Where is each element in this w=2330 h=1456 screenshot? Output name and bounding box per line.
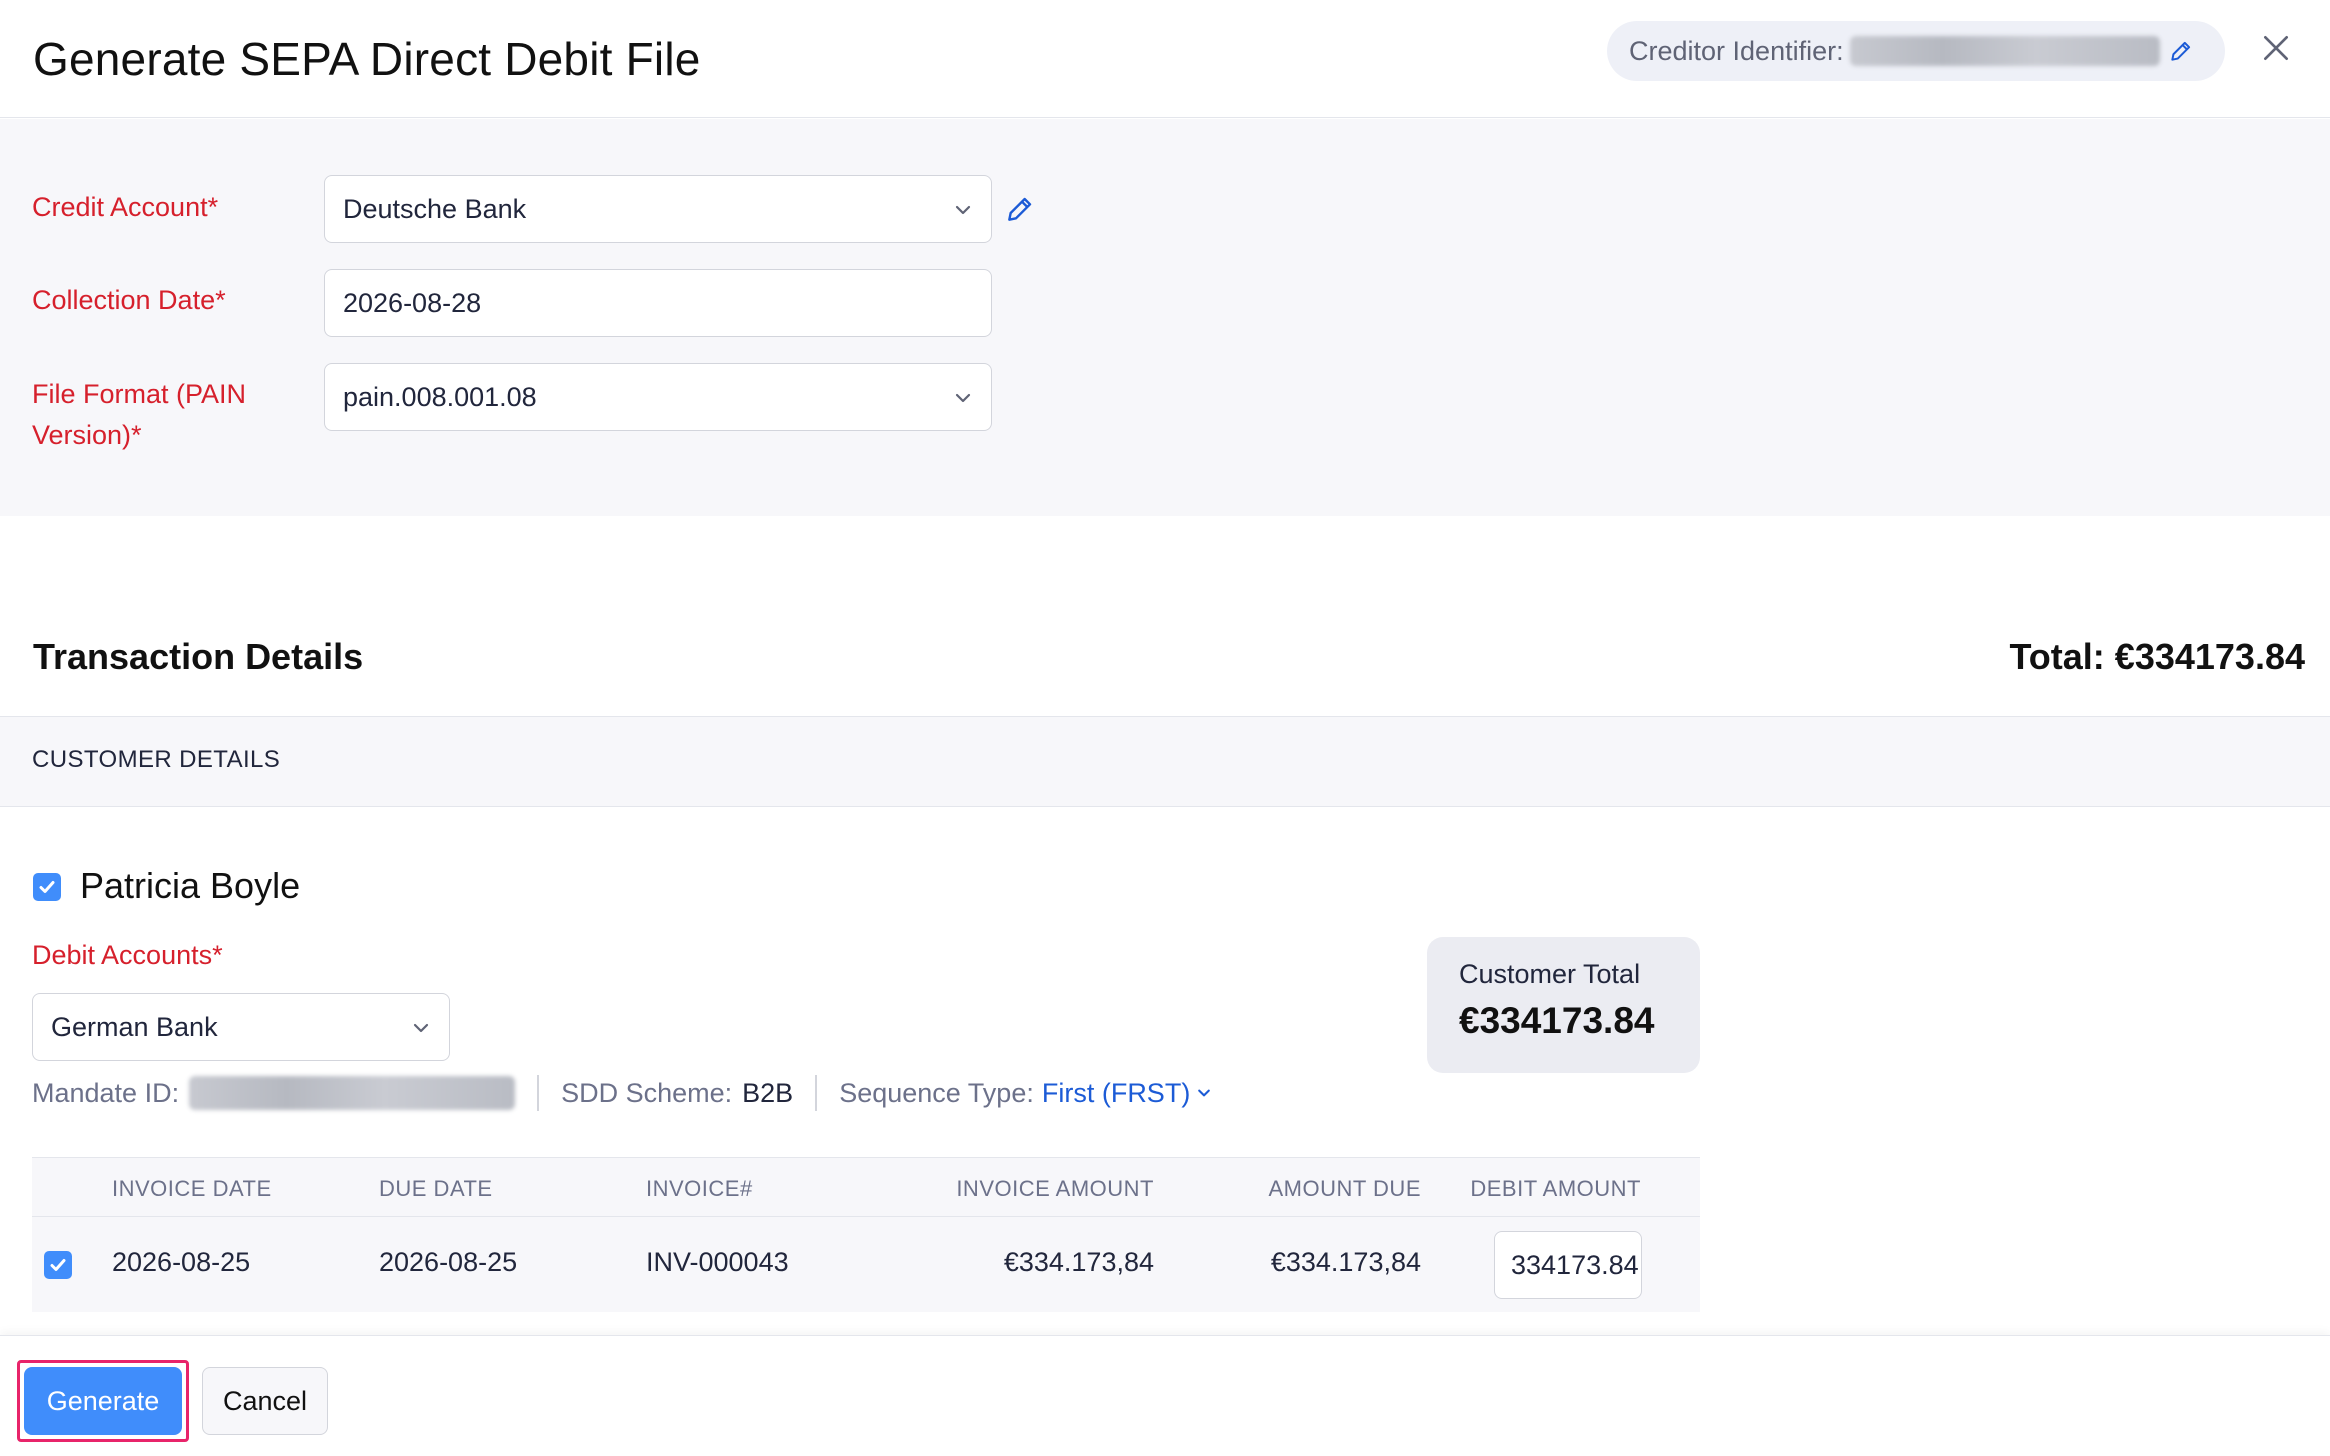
transaction-details-title: Transaction Details	[33, 636, 364, 677]
chevron-down-icon	[955, 205, 971, 215]
edit-credit-account-pencil-icon[interactable]	[1004, 193, 1036, 225]
mandate-id-value-redacted	[189, 1076, 516, 1110]
modal-footer: Generate Cancel	[0, 1335, 2330, 1456]
collection-date-value: 2026-08-28	[343, 287, 482, 318]
chevron-down-icon	[955, 393, 971, 403]
table-row: 2026-08-25 2026-08-25 INV-000043 €334.17…	[32, 1217, 1700, 1312]
debit-amount-input[interactable]: 334173.84	[1494, 1231, 1642, 1299]
debit-accounts-label: Debit Accounts*	[32, 940, 223, 970]
mandate-meta-row: Mandate ID: SDD Scheme: B2B Sequence Typ…	[32, 1073, 1212, 1113]
sdd-form: Credit Account* Deutsche Bank Collection…	[0, 119, 2330, 516]
credit-account-select[interactable]: Deutsche Bank	[324, 175, 992, 243]
divider	[537, 1075, 540, 1111]
grand-total: Total: €334173.84	[2009, 636, 2305, 677]
customer-total-card: Customer Total €334173.84	[1427, 937, 1700, 1073]
file-format-label: File Format (PAIN Version)*	[32, 374, 246, 456]
customer-total-value: €334173.84	[1459, 1000, 1655, 1041]
close-icon[interactable]	[2258, 30, 2294, 66]
table-header: INVOICE DATE DUE DATE INVOICE# INVOICE A…	[32, 1157, 1700, 1217]
modal-title: Generate SEPA Direct Debit File	[33, 33, 701, 85]
chevron-down-icon	[1198, 1089, 1211, 1097]
file-format-select[interactable]: pain.008.001.08	[324, 363, 992, 431]
checkmark-icon	[39, 881, 55, 893]
sequence-type-label: Sequence Type:	[839, 1077, 1034, 1108]
sdd-scheme-label: SDD Scheme:	[561, 1077, 733, 1108]
mandate-id-label: Mandate ID:	[32, 1077, 180, 1108]
cancel-button[interactable]: Cancel	[202, 1367, 328, 1435]
due-date-cell: 2026-08-25	[379, 1247, 518, 1277]
file-format-label-line1: File Format (PAIN	[32, 379, 247, 409]
sdd-scheme-value: B2B	[742, 1077, 794, 1108]
credit-account-value: Deutsche Bank	[343, 193, 527, 224]
column-header-debit-amount: DEBIT AMOUNT	[1470, 1176, 1641, 1201]
chevron-down-icon	[413, 1023, 429, 1033]
sequence-type-value: First (FRST)	[1041, 1077, 1191, 1108]
column-header-amount-due: AMOUNT DUE	[1268, 1176, 1421, 1201]
debit-account-select[interactable]: German Bank	[32, 993, 450, 1061]
divider	[815, 1075, 818, 1111]
credit-account-label: Credit Account*	[32, 192, 219, 222]
customer-details-label: CUSTOMER DETAILS	[32, 746, 281, 773]
file-format-value: pain.008.001.08	[343, 381, 537, 412]
invoice-table: INVOICE DATE DUE DATE INVOICE# INVOICE A…	[32, 1157, 1700, 1312]
edit-creditor-pencil-icon[interactable]	[2166, 36, 2196, 66]
customer-details-bar: CUSTOMER DETAILS	[0, 716, 2330, 807]
amount-due-cell: €334.173,84	[1270, 1247, 1421, 1277]
invoice-select-checkbox[interactable]	[44, 1251, 72, 1279]
creditor-identifier-label: Creditor Identifier:	[1629, 35, 1844, 66]
customer-total-label: Customer Total	[1459, 959, 1641, 989]
column-header-invoice-date: INVOICE DATE	[112, 1176, 272, 1201]
customer-select-checkbox[interactable]	[33, 873, 61, 901]
invoice-amount-cell: €334.173,84	[1003, 1247, 1154, 1277]
file-format-label-line2: Version)*	[32, 420, 142, 450]
customer-name: Patricia Boyle	[80, 865, 301, 906]
collection-date-label: Collection Date*	[32, 285, 226, 315]
invoice-number-cell: INV-000043	[646, 1247, 789, 1277]
generate-button[interactable]: Generate	[24, 1367, 182, 1435]
creditor-identifier-pill: Creditor Identifier:	[1607, 21, 2225, 81]
sequence-type-dropdown[interactable]: First (FRST)	[1042, 1078, 1212, 1109]
modal-header: Generate SEPA Direct Debit File Creditor…	[0, 0, 2330, 118]
collection-date-input[interactable]: 2026-08-28	[324, 269, 992, 337]
debit-account-value: German Bank	[51, 1011, 218, 1042]
column-header-invoice-number: INVOICE#	[646, 1176, 753, 1201]
invoice-date-cell: 2026-08-25	[112, 1247, 251, 1277]
column-header-invoice-amount: INVOICE AMOUNT	[956, 1176, 1154, 1201]
creditor-identifier-value-redacted	[1849, 36, 2160, 66]
column-header-due-date: DUE DATE	[379, 1176, 493, 1201]
checkmark-icon	[50, 1259, 66, 1271]
